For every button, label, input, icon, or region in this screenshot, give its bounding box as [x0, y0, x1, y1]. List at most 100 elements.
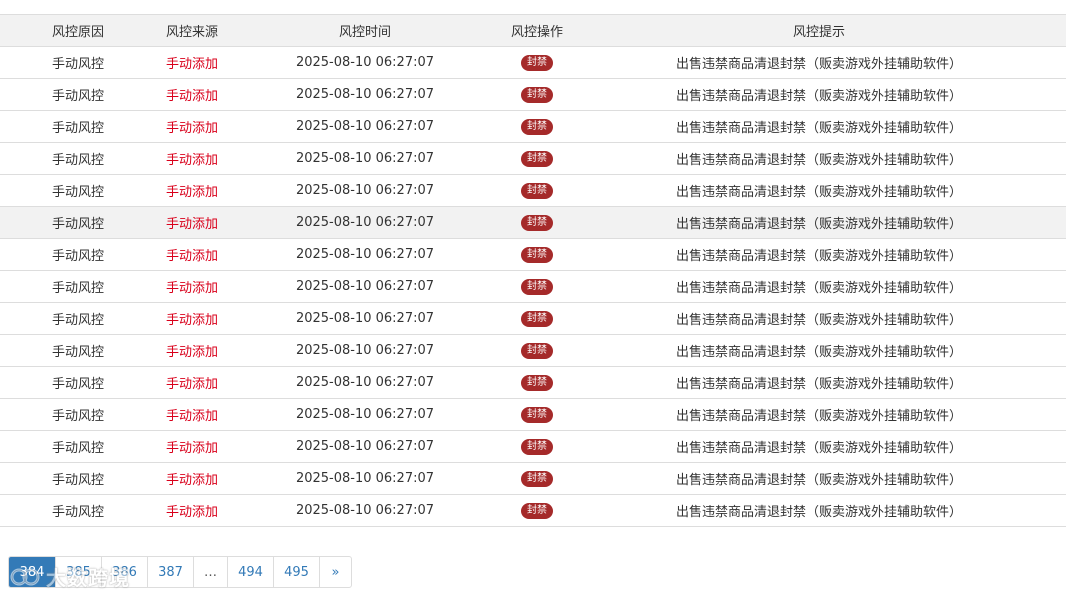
cell-reason: 手动风控 — [0, 494, 156, 527]
cell-reason-text: 手动风控 — [51, 57, 104, 72]
status-badge: 封禁 — [521, 439, 553, 455]
cell-action: 封禁 — [502, 270, 572, 303]
table-row: 手动风控 手动添加 2025-08-10 06:27:07 封禁 出售违禁商品清退封禁（… — [0, 78, 1066, 111]
cell-reason: 手动风控 — [0, 334, 156, 367]
cell-reason-text: 手动风控 — [51, 217, 104, 232]
cell-reason: 手动风控 — [0, 206, 156, 239]
cell-action: 封禁 — [502, 494, 572, 527]
cell-time: 2025-08-10 06:27:07 — [228, 174, 502, 207]
cell-source-text: 手动添加 — [165, 249, 218, 264]
cell-time-text: 2025-08-10 06:27:07 — [295, 215, 435, 230]
cell-action: 封禁 — [502, 302, 572, 335]
cell-tip-text: 出售违禁商品清退封禁（贩卖游戏外挂辅助软件） — [675, 281, 962, 296]
cell-reason: 手动风控 — [0, 174, 156, 207]
cell-time: 2025-08-10 06:27:07 — [228, 238, 502, 271]
cell-time: 2025-08-10 06:27:07 — [228, 142, 502, 175]
cell-reason: 手动风控 — [0, 398, 156, 431]
cell-reason-text: 手动风控 — [51, 249, 104, 264]
cell-action: 封禁 — [502, 398, 572, 431]
cell-reason: 手动风控 — [0, 110, 156, 143]
cell-source-text: 手动添加 — [165, 409, 218, 424]
table-row: 手动风控 手动添加 2025-08-10 06:27:07 封禁 出售违禁商品清退封禁（… — [0, 142, 1066, 175]
cell-time-text: 2025-08-10 06:27:07 — [295, 55, 435, 70]
cell-time: 2025-08-10 06:27:07 — [228, 334, 502, 367]
table-row: 手动风控 手动添加 2025-08-10 06:27:07 封禁 出售违禁商品清退封禁（… — [0, 462, 1066, 495]
cell-source-text: 手动添加 — [165, 505, 218, 520]
cell-time-text: 2025-08-10 06:27:07 — [295, 151, 435, 166]
column-header-time[interactable]: 风控时间 — [228, 14, 502, 47]
top-spacer — [0, 0, 1066, 14]
cell-source: 手动添加 — [156, 494, 228, 527]
cell-tip-text: 出售违禁商品清退封禁（贩卖游戏外挂辅助软件） — [675, 377, 962, 392]
cell-action: 封禁 — [502, 142, 572, 175]
cell-tip: 出售违禁商品清退封禁（贩卖游戏外挂辅助软件） — [572, 430, 1066, 463]
column-header-action[interactable]: 风控操作 — [502, 14, 572, 47]
cell-reason: 手动风控 — [0, 366, 156, 399]
cell-tip: 出售违禁商品清退封禁（贩卖游戏外挂辅助软件） — [572, 206, 1066, 239]
cell-source: 手动添加 — [156, 206, 228, 239]
table-body: 手动风控 手动添加 2025-08-10 06:27:07 封禁 出售违禁商品清退封禁（… — [0, 46, 1066, 527]
cell-tip-text: 出售违禁商品清退封禁（贩卖游戏外挂辅助软件） — [675, 409, 962, 424]
cell-time-text: 2025-08-10 06:27:07 — [295, 375, 435, 390]
status-badge: 封禁 — [521, 151, 553, 167]
cell-reason: 手动风控 — [0, 462, 156, 495]
cell-tip: 出售违禁商品清退封禁（贩卖游戏外挂辅助软件） — [572, 334, 1066, 367]
cell-source-text: 手动添加 — [165, 473, 218, 488]
cell-reason-text: 手动风控 — [51, 313, 104, 328]
cell-tip-text: 出售违禁商品清退封禁（贩卖游戏外挂辅助软件） — [675, 153, 962, 168]
next-page-button[interactable]: » — [319, 557, 351, 587]
cell-source: 手动添加 — [156, 110, 228, 143]
cell-action: 封禁 — [502, 366, 572, 399]
status-badge: 封禁 — [521, 247, 553, 263]
cell-time-text: 2025-08-10 06:27:07 — [295, 183, 435, 198]
cell-tip: 出售违禁商品清退封禁（贩卖游戏外挂辅助软件） — [572, 142, 1066, 175]
table-row: 手动风控 手动添加 2025-08-10 06:27:07 封禁 出售违禁商品清退封禁（… — [0, 334, 1066, 367]
cell-tip: 出售违禁商品清退封禁（贩卖游戏外挂辅助软件） — [572, 46, 1066, 79]
cell-tip-text: 出售违禁商品清退封禁（贩卖游戏外挂辅助软件） — [675, 441, 962, 456]
cell-source-text: 手动添加 — [165, 89, 218, 104]
cell-tip: 出售违禁商品清退封禁（贩卖游戏外挂辅助软件） — [572, 398, 1066, 431]
cell-time: 2025-08-10 06:27:07 — [228, 302, 502, 335]
pagination: 384 385 386 387… 494 495» — [8, 556, 352, 588]
cell-reason-text: 手动风控 — [51, 441, 104, 456]
page-link-386[interactable]: 386 — [101, 557, 147, 587]
column-header-source[interactable]: 风控来源 — [156, 14, 228, 47]
cell-tip: 出售违禁商品清退封禁（贩卖游戏外挂辅助软件） — [572, 366, 1066, 399]
cell-tip: 出售违禁商品清退封禁（贩卖游戏外挂辅助软件） — [572, 238, 1066, 271]
cell-time: 2025-08-10 06:27:07 — [228, 462, 502, 495]
cell-tip: 出售违禁商品清退封禁（贩卖游戏外挂辅助软件） — [572, 78, 1066, 111]
column-header-reason[interactable]: 风控原因 — [0, 14, 156, 47]
cell-action: 封禁 — [502, 110, 572, 143]
cell-reason-text: 手动风控 — [51, 377, 104, 392]
cell-source: 手动添加 — [156, 174, 228, 207]
page-link-495[interactable]: 495 — [273, 557, 319, 587]
cell-tip-text: 出售违禁商品清退封禁（贩卖游戏外挂辅助软件） — [675, 185, 962, 200]
cell-source-text: 手动添加 — [165, 57, 218, 72]
status-badge: 封禁 — [521, 87, 553, 103]
cell-tip: 出售违禁商品清退封禁（贩卖游戏外挂辅助软件） — [572, 174, 1066, 207]
table-row: 手动风控 手动添加 2025-08-10 06:27:07 封禁 出售违禁商品清退封禁（… — [0, 110, 1066, 143]
status-badge: 封禁 — [521, 471, 553, 487]
page-link-494[interactable]: 494 — [227, 557, 273, 587]
cell-source: 手动添加 — [156, 462, 228, 495]
cell-reason: 手动风控 — [0, 78, 156, 111]
cell-source: 手动添加 — [156, 142, 228, 175]
column-header-tip[interactable]: 风控提示 — [572, 14, 1066, 47]
page-ellipsis: … — [193, 557, 227, 587]
page-link-384[interactable]: 384 — [9, 557, 55, 587]
page-link-385[interactable]: 385 — [55, 557, 101, 587]
table-row: 手动风控 手动添加 2025-08-10 06:27:07 封禁 出售违禁商品清退封禁（… — [0, 206, 1066, 239]
page-link-387[interactable]: 387 — [147, 557, 193, 587]
cell-action: 封禁 — [502, 462, 572, 495]
cell-time-text: 2025-08-10 06:27:07 — [295, 311, 435, 326]
status-badge: 封禁 — [521, 503, 553, 519]
cell-tip: 出售违禁商品清退封禁（贩卖游戏外挂辅助软件） — [572, 462, 1066, 495]
cell-time: 2025-08-10 06:27:07 — [228, 430, 502, 463]
cell-source-text: 手动添加 — [165, 345, 218, 360]
cell-tip-text: 出售违禁商品清退封禁（贩卖游戏外挂辅助软件） — [675, 345, 962, 360]
cell-time: 2025-08-10 06:27:07 — [228, 494, 502, 527]
cell-tip-text: 出售违禁商品清退封禁（贩卖游戏外挂辅助软件） — [675, 57, 962, 72]
cell-source: 手动添加 — [156, 430, 228, 463]
cell-action: 封禁 — [502, 334, 572, 367]
cell-source: 手动添加 — [156, 270, 228, 303]
